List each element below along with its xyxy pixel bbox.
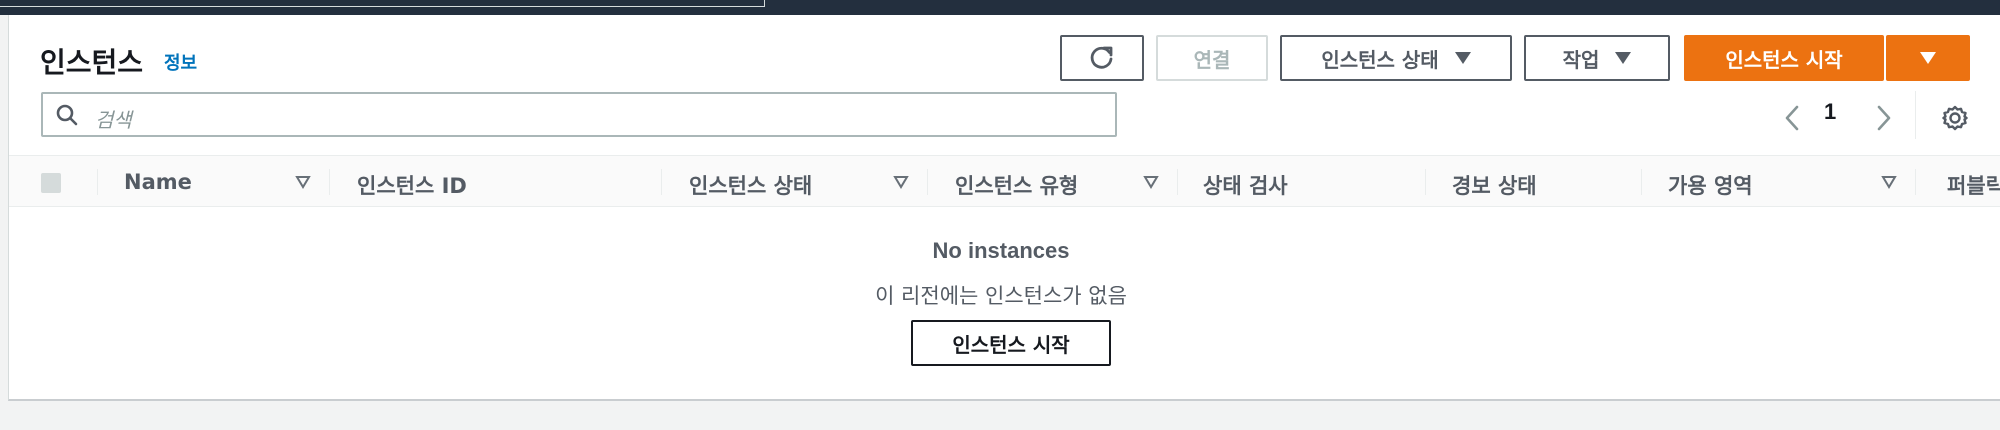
caret-down-icon (1454, 52, 1471, 64)
pagination-divider (1915, 91, 1916, 139)
connect-button[interactable]: 연결 (1156, 35, 1268, 81)
column-separator (927, 169, 928, 195)
sort-icon[interactable] (1881, 175, 1897, 189)
column-separator (1425, 169, 1426, 195)
table-header-row: Name 인스턴스 ID 인스턴스 상태 인스턴스 유형 상태 검사 경보 상태… (9, 155, 2000, 207)
column-header-instance-type[interactable]: 인스턴스 유형 (955, 170, 1078, 200)
empty-state-title: No instances (932, 238, 1070, 263)
caret-down-icon (1615, 52, 1632, 64)
search-icon (56, 104, 78, 126)
empty-launch-instances-label: 인스턴스 시작 (952, 332, 1070, 357)
actions-dropdown[interactable]: 작업 (1524, 35, 1670, 81)
actions-label: 작업 (1562, 47, 1600, 72)
instance-state-dropdown[interactable]: 인스턴스 상태 (1280, 35, 1512, 81)
sort-icon[interactable] (1143, 175, 1159, 189)
sort-icon[interactable] (893, 175, 909, 189)
launch-instances-button[interactable]: 인스턴스 시작 (1684, 35, 1884, 81)
instance-state-label: 인스턴스 상태 (1321, 47, 1439, 72)
refresh-button[interactable] (1060, 35, 1144, 81)
column-header-status-check[interactable]: 상태 검사 (1203, 170, 1288, 200)
column-header-public[interactable]: 퍼블릭 (1947, 170, 2000, 200)
empty-state-message: 이 리전에는 인스턴스가 없음 (875, 284, 1127, 308)
search-input[interactable]: 검색 (41, 92, 1117, 137)
panel-header: 인스턴스 정보 연결 인스턴스 상태 작업 인스턴스 시작 검색 1 (9, 15, 2000, 155)
column-separator (1641, 169, 1642, 195)
column-header-alarm-status[interactable]: 경보 상태 (1452, 170, 1537, 200)
column-separator (329, 169, 330, 195)
select-all-checkbox[interactable] (41, 173, 61, 193)
launch-instances-label: 인스턴스 시작 (1725, 47, 1843, 72)
column-separator (1177, 169, 1178, 195)
connect-button-label: 연결 (1193, 47, 1231, 72)
column-separator (661, 169, 662, 195)
column-separator (1915, 169, 1916, 195)
caret-down-icon (1920, 52, 1936, 64)
top-search-field[interactable] (0, 0, 765, 7)
info-link[interactable]: 정보 (164, 49, 197, 75)
search-placeholder: 검색 (95, 110, 132, 132)
column-header-availability-zone[interactable]: 가용 영역 (1668, 170, 1753, 200)
gear-icon[interactable] (1940, 103, 1970, 133)
launch-options-dropdown[interactable] (1886, 35, 1970, 81)
instances-panel: 인스턴스 정보 연결 인스턴스 상태 작업 인스턴스 시작 검색 1 Name … (8, 15, 2000, 401)
column-header-instance-state[interactable]: 인스턴스 상태 (689, 170, 812, 200)
top-navigation-bar (0, 0, 2000, 15)
current-page-number[interactable]: 1 (1824, 99, 1836, 125)
refresh-icon (1090, 46, 1113, 69)
column-header-name[interactable]: Name (124, 170, 192, 194)
sort-icon[interactable] (295, 175, 311, 189)
chevron-right-icon[interactable] (1875, 104, 1893, 132)
column-header-instance-id[interactable]: 인스턴스 ID (357, 170, 467, 200)
page-title: 인스턴스 (40, 47, 144, 78)
empty-launch-instances-button[interactable]: 인스턴스 시작 (911, 320, 1111, 366)
column-separator (97, 169, 98, 195)
chevron-left-icon[interactable] (1783, 104, 1801, 132)
